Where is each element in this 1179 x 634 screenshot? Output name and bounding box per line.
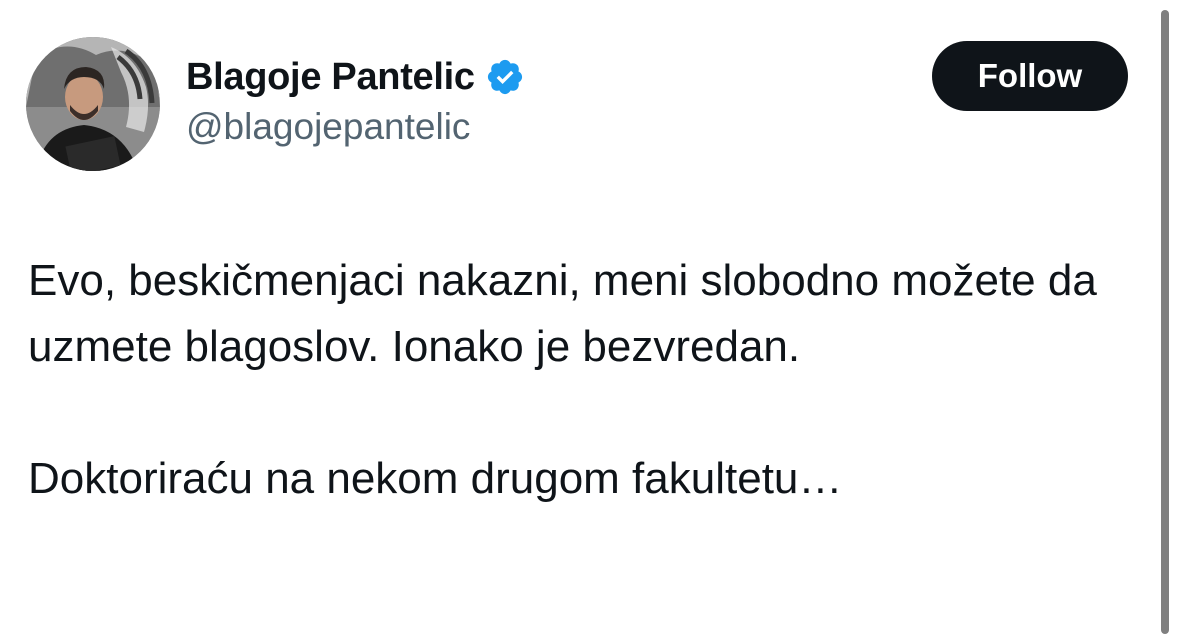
- avatar[interactable]: [26, 37, 160, 171]
- tweet-paragraph: Evo, beskičmenjaci nakazni, meni slobodn…: [28, 256, 1097, 371]
- scrollbar[interactable]: [1161, 10, 1169, 634]
- tweet-paragraph: Doktoriraću na nekom drugom fakultetu…: [28, 454, 843, 503]
- author-handle[interactable]: @blagojepantelic: [186, 106, 470, 148]
- tweet-text: Evo, beskičmenjaci nakazni, meni slobodn…: [28, 248, 1138, 512]
- avatar-image: [26, 37, 160, 171]
- author-display-name[interactable]: Blagoje Pantelic: [186, 56, 475, 99]
- verified-badge-icon[interactable]: [485, 57, 525, 97]
- follow-button[interactable]: Follow: [932, 41, 1128, 111]
- tweet-card: Blagoje Pantelic @blagojepantelic Follow…: [0, 0, 1160, 634]
- author-name-row: Blagoje Pantelic: [186, 52, 525, 102]
